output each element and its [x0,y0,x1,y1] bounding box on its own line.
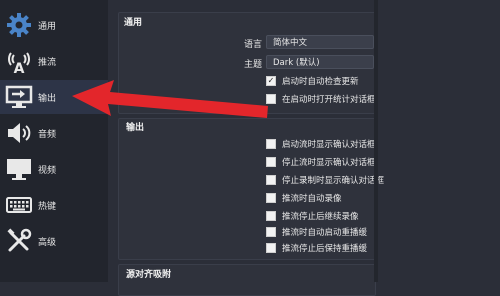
red-arrow-annotation [72,80,268,118]
